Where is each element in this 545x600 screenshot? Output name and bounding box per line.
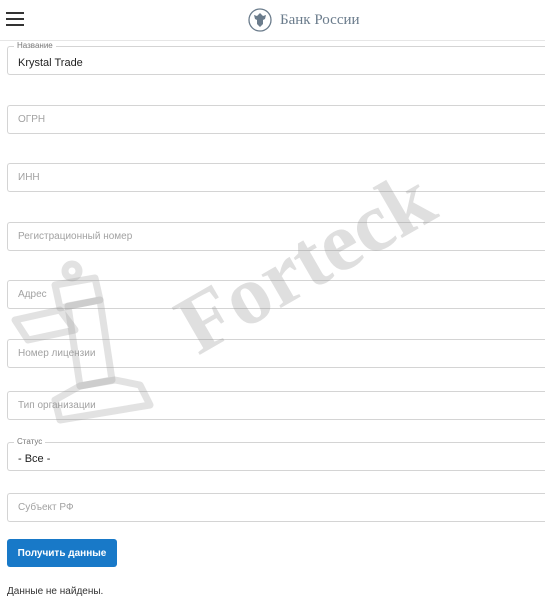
brand-name: Банк России <box>280 11 360 28</box>
status-value: - Все - <box>18 453 51 465</box>
brand-logo[interactable]: Банк России <box>248 7 360 33</box>
result-message: Данные не найдены. <box>7 586 104 597</box>
license-number-placeholder: Номер лицензии <box>18 348 96 359</box>
top-bar: Банк России <box>0 0 545 41</box>
name-field[interactable]: Название Krystal Trade <box>7 41 545 75</box>
name-value: Krystal Trade <box>18 57 83 69</box>
inn-field[interactable]: ИНН <box>7 163 545 192</box>
status-label: Статус <box>14 437 46 447</box>
region-field[interactable]: Субъект РФ <box>7 493 545 522</box>
reg-number-field[interactable]: Регистрационный номер <box>7 222 545 251</box>
emblem-icon <box>248 8 272 32</box>
get-data-button[interactable]: Получить данные <box>7 539 117 567</box>
name-label: Название <box>14 41 56 51</box>
status-select[interactable]: Статус - Все - <box>7 437 545 471</box>
region-placeholder: Субъект РФ <box>18 502 74 513</box>
reg-number-placeholder: Регистрационный номер <box>18 231 133 242</box>
license-number-field[interactable]: Номер лицензии <box>7 339 545 368</box>
ogrn-placeholder: ОГРН <box>18 114 46 125</box>
ogrn-field[interactable]: ОГРН <box>7 105 545 134</box>
address-field[interactable]: Адрес <box>7 280 545 309</box>
menu-icon[interactable] <box>6 12 24 26</box>
inn-placeholder: ИНН <box>18 172 40 183</box>
address-placeholder: Адрес <box>18 289 47 300</box>
org-type-field[interactable]: Тип организации <box>7 391 545 420</box>
org-type-placeholder: Тип организации <box>18 400 96 411</box>
